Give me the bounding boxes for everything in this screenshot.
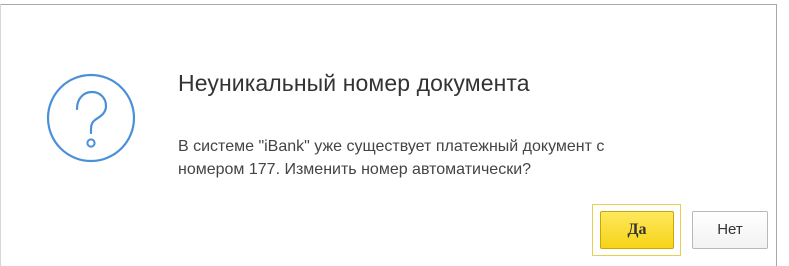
- dialog-message: В системе "iBank" уже существует платежн…: [178, 135, 748, 181]
- dialog-message-line: В системе "iBank" уже существует платежн…: [178, 138, 605, 155]
- question-icon: [46, 73, 136, 163]
- dialog-left-border: [0, 4, 1, 266]
- no-button[interactable]: Нет: [692, 211, 768, 249]
- yes-button[interactable]: Да: [600, 211, 674, 249]
- dialog-title: Неуникальный номер документа: [178, 70, 530, 96]
- dialog-window: Неуникальный номер документа В системе "…: [0, 0, 789, 266]
- dialog-message-line: номером 177. Изменить номер автоматическ…: [178, 161, 532, 178]
- dialog-right-border: [776, 4, 777, 266]
- dialog-top-border: [0, 4, 777, 5]
